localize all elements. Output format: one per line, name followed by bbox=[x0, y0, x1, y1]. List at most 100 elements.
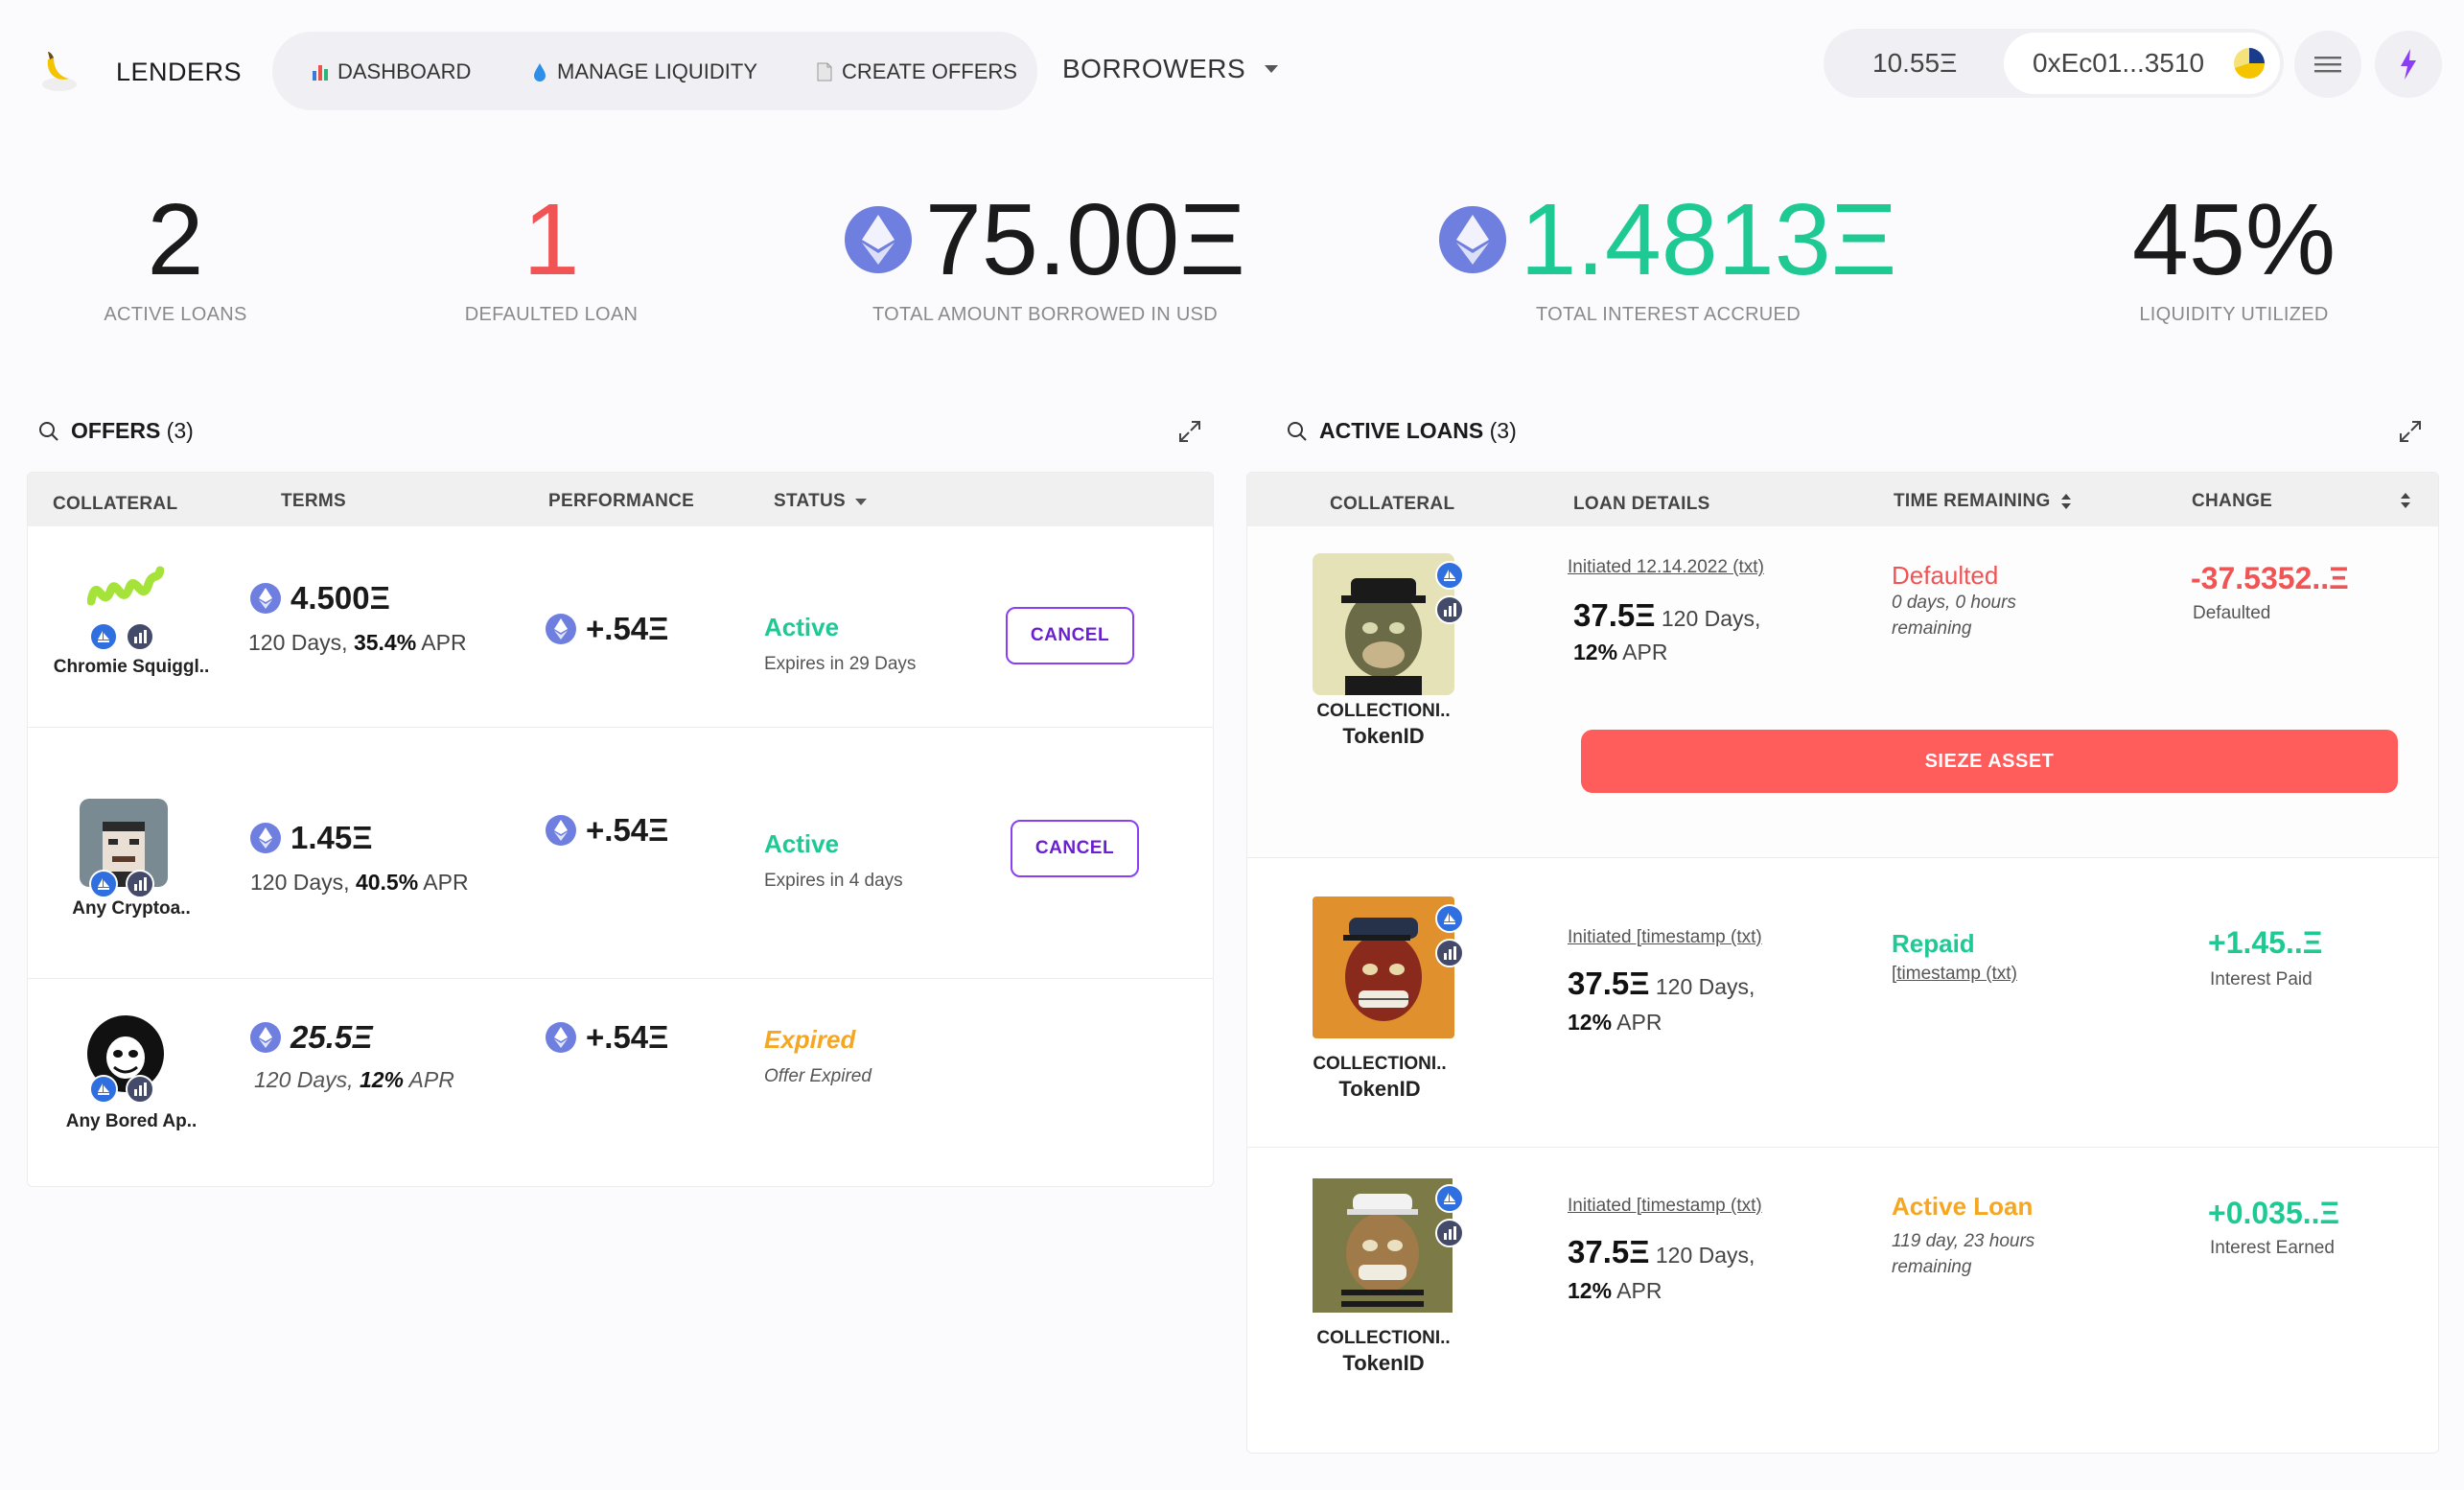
ethereum-icon bbox=[250, 583, 281, 614]
time-remaining: 119 day, 23 hours bbox=[1892, 1231, 2035, 1251]
change-value: -37.5352..Ξ bbox=[2191, 561, 2349, 595]
status-expiry: Offer Expired bbox=[764, 1066, 872, 1086]
top-header: LENDERS DASHBOARD MANAGE LIQUIDITY CREAT… bbox=[0, 0, 2464, 144]
nav-manage-liquidity[interactable]: MANAGE LIQUIDITY bbox=[530, 59, 757, 84]
offer-apr-suffix: APR bbox=[418, 870, 469, 895]
stat-defaulted-label: DEFAULTED LOAN bbox=[464, 304, 639, 325]
status-badge: Repaid bbox=[1892, 929, 1975, 958]
active-loans-title-text: ACTIVE LOANS bbox=[1319, 418, 1484, 443]
col-status-label: STATUS bbox=[774, 491, 846, 511]
bored-ape-nft-image[interactable] bbox=[1313, 896, 1454, 1038]
nav-manage-liquidity-label: MANAGE LIQUIDITY bbox=[557, 59, 758, 83]
sort-icon[interactable] bbox=[2400, 491, 2411, 510]
loan-apr: 12% bbox=[1573, 640, 1618, 664]
expand-icon[interactable] bbox=[2398, 419, 2423, 444]
opensea-icon bbox=[89, 622, 118, 651]
loan-days: 120 Days, bbox=[1649, 974, 1755, 999]
active-loans-title: ACTIVE LOANS (3) bbox=[1287, 418, 1517, 444]
loan-apr-suffix: APR bbox=[1617, 640, 1668, 664]
loan-days: 120 Days, bbox=[1649, 1243, 1755, 1268]
initiated-tx-link[interactable]: Initiated [timestamp (txt) bbox=[1568, 927, 1762, 948]
offer-days: 120 Days, bbox=[248, 630, 354, 655]
bored-ape-nft-image[interactable] bbox=[1313, 1178, 1453, 1313]
performance-amount: +.54Ξ bbox=[586, 1019, 669, 1055]
analytics-icon bbox=[1435, 1219, 1464, 1247]
col-time-remaining[interactable]: TIME REMAINING bbox=[1894, 491, 2072, 512]
offer-amount-value: 25.5Ξ bbox=[291, 1019, 373, 1055]
opensea-icon bbox=[1435, 1184, 1464, 1213]
table-row: Chromie Squiggl.. 4.500Ξ 120 Days, 35.4%… bbox=[28, 526, 1213, 728]
offers-count: (3) bbox=[166, 418, 194, 443]
ethereum-icon bbox=[546, 815, 576, 846]
chevron-down-icon bbox=[1265, 65, 1279, 73]
analytics-icon bbox=[1435, 939, 1464, 967]
wallet-balance: 10.55Ξ bbox=[1872, 48, 1958, 78]
stat-total-interest-value: 1.4813Ξ bbox=[1520, 183, 1897, 296]
opensea-icon bbox=[1435, 561, 1464, 590]
analytics-icon bbox=[1435, 595, 1464, 624]
lightning-button[interactable] bbox=[2375, 31, 2442, 98]
stat-active-loans: 2 ACTIVE LOANS bbox=[84, 187, 267, 326]
performance-amount: +.54Ξ bbox=[586, 611, 669, 646]
initiated-tx-link[interactable]: Initiated [timestamp (txt) bbox=[1568, 1196, 1762, 1217]
offer-amount: 25.5Ξ bbox=[250, 1019, 373, 1056]
col-performance: PERFORMANCE bbox=[548, 491, 695, 511]
status-expiry: Expires in 29 Days bbox=[764, 654, 917, 674]
active-loans-count: (3) bbox=[1489, 418, 1517, 443]
table-row: COLLECTIONI.. TokenID Initiated 12.14.20… bbox=[1247, 526, 2438, 858]
search-icon[interactable] bbox=[38, 421, 59, 442]
change-value: +0.035..Ξ bbox=[2208, 1196, 2340, 1230]
sort-icon bbox=[2060, 494, 2071, 509]
cancel-button[interactable]: CANCEL bbox=[1006, 607, 1134, 664]
stat-total-borrowed-row: 75.00Ξ bbox=[844, 187, 1246, 292]
analytics-icon bbox=[126, 1075, 154, 1104]
stat-liquidity-value: 45% bbox=[2131, 183, 2336, 296]
offer-apr: 12% bbox=[359, 1067, 404, 1092]
ethereum-icon bbox=[546, 1022, 576, 1053]
repaid-tx-link[interactable]: [timestamp (txt) bbox=[1892, 964, 2017, 985]
stat-total-borrowed: 75.00Ξ TOTAL AMOUNT BORROWED IN USD bbox=[844, 187, 1246, 326]
table-row: Any Cryptoa.. 1.45Ξ 120 Days, 40.5% APR … bbox=[28, 728, 1213, 979]
performance-value: +.54Ξ bbox=[546, 812, 668, 849]
stat-liquidity-label: LIQUIDITY UTILIZED bbox=[2139, 304, 2329, 325]
table-row: Any Bored Ap.. 25.5Ξ 120 Days, 12% APR +… bbox=[28, 979, 1213, 1186]
nav-dashboard[interactable]: DASHBOARD bbox=[311, 59, 471, 84]
status-badge: Active bbox=[764, 829, 840, 858]
loans-table-header: COLLATERAL LOAN DETAILS TIME REMAINING C… bbox=[1247, 473, 2438, 526]
nav-create-offers[interactable]: CREATE OFFERS bbox=[815, 59, 1017, 84]
collateral-name: Any Cryptoa.. bbox=[72, 898, 191, 919]
cancel-button[interactable]: CANCEL bbox=[1011, 820, 1139, 877]
sieze-asset-button[interactable]: SIEZE ASSET bbox=[1581, 730, 2398, 793]
ethereum-icon bbox=[1439, 206, 1507, 273]
change-label: Interest Earned bbox=[2210, 1238, 2335, 1258]
loan-amount: 37.5Ξ 120 Days, bbox=[1568, 1234, 1755, 1270]
initiated-tx-link[interactable]: Initiated 12.14.2022 (txt) bbox=[1568, 557, 1764, 578]
col-change: CHANGE bbox=[2192, 491, 2273, 511]
ethereum-icon bbox=[250, 823, 281, 853]
loan-amount-value: 37.5Ξ bbox=[1568, 966, 1650, 1001]
borrowers-dropdown[interactable]: BORROWERS bbox=[1062, 54, 1279, 84]
change-label: Defaulted bbox=[2193, 603, 2271, 623]
nav-create-offers-label: CREATE OFFERS bbox=[842, 59, 1017, 83]
hamburger-menu-icon bbox=[2314, 57, 2341, 73]
expand-icon[interactable] bbox=[1177, 419, 1202, 444]
chromie-squiggle-image[interactable] bbox=[87, 563, 164, 620]
offers-title: OFFERS (3) bbox=[38, 418, 194, 444]
status-badge: Active bbox=[764, 613, 840, 641]
performance-value: +.54Ξ bbox=[546, 611, 668, 647]
offer-apr-suffix: APR bbox=[416, 630, 467, 655]
menu-button[interactable] bbox=[2294, 31, 2361, 98]
loan-apr-row: 12% APR bbox=[1568, 1010, 1662, 1036]
bored-ape-nft-image[interactable] bbox=[1313, 553, 1454, 695]
loan-apr: 12% bbox=[1568, 1010, 1613, 1035]
col-status[interactable]: STATUS bbox=[774, 491, 867, 512]
banana-logo-icon[interactable] bbox=[38, 46, 81, 94]
loan-apr-row: 12% APR bbox=[1568, 1278, 1662, 1304]
collection-name: COLLECTIONI.. bbox=[1316, 1328, 1451, 1348]
offer-amount: 4.500Ξ bbox=[250, 580, 390, 617]
active-loans-table: COLLATERAL LOAN DETAILS TIME REMAINING C… bbox=[1246, 472, 2439, 1454]
search-icon[interactable] bbox=[1287, 421, 1308, 442]
wallet-address: 0xEc01...3510 bbox=[2033, 48, 2205, 78]
offer-apr-suffix: APR bbox=[404, 1067, 454, 1092]
lightning-bolt-icon bbox=[2401, 49, 2416, 80]
